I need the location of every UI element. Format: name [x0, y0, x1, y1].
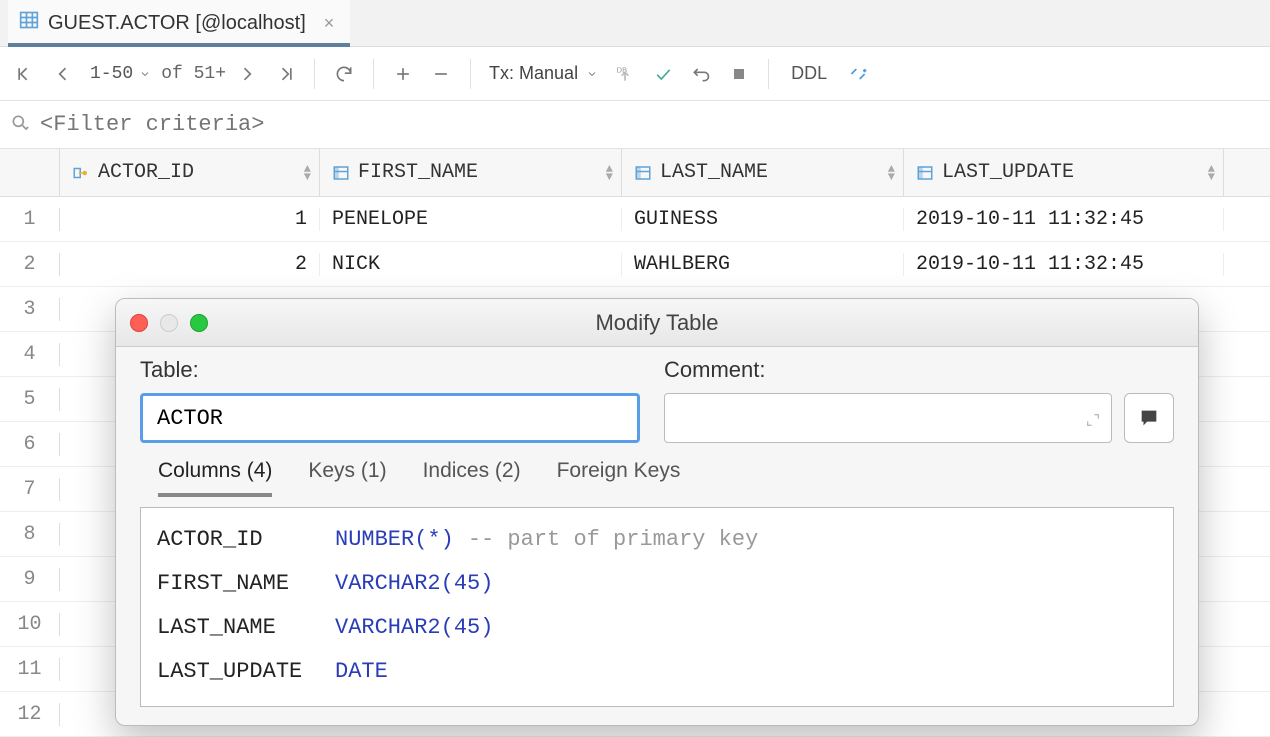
- dialog-title: Modify Table: [595, 310, 718, 336]
- tab-title: GUEST.ACTOR [@localhost]: [48, 12, 306, 35]
- window-controls: [130, 314, 208, 332]
- column-line[interactable]: FIRST_NAMEVARCHAR2(45): [157, 562, 1157, 606]
- settings-button[interactable]: [841, 56, 875, 92]
- filter-input[interactable]: [40, 112, 1260, 137]
- cell[interactable]: 2: [60, 253, 320, 276]
- column-header-last-update[interactable]: LAST_UPDATE ▲▼: [904, 149, 1224, 196]
- editor-tabbar: GUEST.ACTOR [@localhost] ×: [0, 0, 1270, 47]
- row-number: 4: [0, 343, 60, 366]
- row-number: 6: [0, 433, 60, 456]
- cell[interactable]: 2019-10-11 11:32:45: [904, 253, 1224, 276]
- row-number: 1: [0, 208, 60, 231]
- table-row[interactable]: 22NICKWAHLBERG2019-10-11 11:32:45: [0, 242, 1270, 287]
- tab-columns[interactable]: Columns (4): [158, 459, 272, 497]
- row-number: 11: [0, 658, 60, 681]
- comment-label: Comment:: [664, 357, 1174, 383]
- first-page-button[interactable]: [8, 56, 42, 92]
- next-page-button[interactable]: [230, 56, 264, 92]
- table-icon: [18, 10, 40, 36]
- chevron-down-icon: [139, 68, 151, 80]
- row-number: 7: [0, 478, 60, 501]
- sort-icon[interactable]: ▲▼: [606, 165, 613, 181]
- prev-page-button[interactable]: [46, 56, 80, 92]
- row-number: 3: [0, 298, 60, 321]
- row-number: 10: [0, 613, 60, 636]
- row-number: 5: [0, 388, 60, 411]
- tx-label: Tx: Manual: [489, 63, 578, 84]
- refresh-button[interactable]: [327, 56, 361, 92]
- columns-definition[interactable]: ACTOR_IDNUMBER(*) -- part of primary key…: [140, 507, 1174, 707]
- data-toolbar: 1-50 of 51+ Tx: Manual DB DDL: [0, 47, 1270, 101]
- modify-table-dialog: Modify Table Table: Comment: Columns (4)…: [115, 298, 1199, 726]
- cell[interactable]: NICK: [320, 253, 622, 276]
- cell[interactable]: 2019-10-11 11:32:45: [904, 208, 1224, 231]
- close-icon[interactable]: ×: [324, 13, 335, 34]
- tx-mode-dropdown[interactable]: Tx: Manual: [483, 63, 604, 84]
- range-text: 1-50: [90, 64, 133, 84]
- stop-button[interactable]: [722, 56, 756, 92]
- key-column-icon: [72, 164, 90, 182]
- rollback-button[interactable]: [684, 56, 718, 92]
- ddl-button[interactable]: DDL: [781, 63, 837, 84]
- column-header-actor-id[interactable]: ACTOR_ID ▲▼: [60, 149, 320, 196]
- row-number: 9: [0, 568, 60, 591]
- column-icon: [332, 164, 350, 182]
- sort-icon[interactable]: ▲▼: [1208, 165, 1215, 181]
- page-range-dropdown[interactable]: 1-50: [84, 64, 157, 84]
- submit-button[interactable]: DB: [608, 56, 642, 92]
- cell[interactable]: GUINESS: [622, 208, 904, 231]
- zoom-window-button[interactable]: [190, 314, 208, 332]
- chevron-down-icon: [586, 68, 598, 80]
- comment-input[interactable]: [664, 393, 1112, 443]
- last-page-button[interactable]: [268, 56, 302, 92]
- row-number: 8: [0, 523, 60, 546]
- column-line[interactable]: LAST_UPDATEDATE: [157, 650, 1157, 694]
- of-text: of 51+: [161, 64, 226, 84]
- tab-foreign-keys[interactable]: Foreign Keys: [557, 459, 681, 497]
- minimize-window-button[interactable]: [160, 314, 178, 332]
- column-line[interactable]: ACTOR_IDNUMBER(*) -- part of primary key: [157, 518, 1157, 562]
- table-name-input[interactable]: [140, 393, 640, 443]
- cell[interactable]: WAHLBERG: [622, 253, 904, 276]
- tab-keys[interactable]: Keys (1): [308, 459, 386, 497]
- commit-button[interactable]: [646, 56, 680, 92]
- column-line[interactable]: LAST_NAMEVARCHAR2(45): [157, 606, 1157, 650]
- grid-header: ACTOR_ID ▲▼ FIRST_NAME ▲▼ LAST_NAME ▲▼ L…: [0, 149, 1270, 197]
- table-name-label: Table:: [140, 357, 640, 383]
- sort-icon[interactable]: ▲▼: [888, 165, 895, 181]
- tab-indices[interactable]: Indices (2): [423, 459, 521, 497]
- column-header-last-name[interactable]: LAST_NAME ▲▼: [622, 149, 904, 196]
- dialog-titlebar[interactable]: Modify Table: [116, 299, 1198, 347]
- column-icon: [634, 164, 652, 182]
- filter-bar: [0, 101, 1270, 149]
- row-number: 2: [0, 253, 60, 276]
- column-header-first-name[interactable]: FIRST_NAME ▲▼: [320, 149, 622, 196]
- comment-expand-button[interactable]: [1124, 393, 1174, 443]
- add-row-button[interactable]: [386, 56, 420, 92]
- remove-row-button[interactable]: [424, 56, 458, 92]
- close-window-button[interactable]: [130, 314, 148, 332]
- dialog-tabs: Columns (4) Keys (1) Indices (2) Foreign…: [116, 447, 1198, 497]
- cell[interactable]: 1: [60, 208, 320, 231]
- sort-icon[interactable]: ▲▼: [304, 165, 311, 181]
- expand-icon[interactable]: [1085, 408, 1101, 434]
- search-icon[interactable]: [10, 113, 30, 136]
- cell[interactable]: PENELOPE: [320, 208, 622, 231]
- column-icon: [916, 164, 934, 182]
- row-number: 12: [0, 703, 60, 726]
- editor-tab[interactable]: GUEST.ACTOR [@localhost] ×: [8, 0, 350, 46]
- table-row[interactable]: 11PENELOPEGUINESS2019-10-11 11:32:45: [0, 197, 1270, 242]
